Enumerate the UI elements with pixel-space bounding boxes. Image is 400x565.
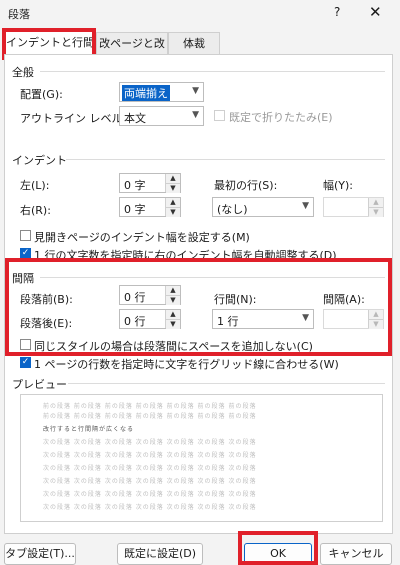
spin-down-icon[interactable]: ▼	[166, 183, 180, 193]
spin-down-icon[interactable]: ▼	[369, 207, 383, 217]
spacing-heading: 間隔	[12, 272, 34, 285]
space-after-label: 段落後(E):	[20, 317, 73, 330]
line-spacing-value: 1 行	[217, 315, 239, 328]
dialog-title: 段落	[8, 8, 30, 21]
first-line-select[interactable]: (なし) ▼	[212, 197, 314, 217]
spin-down-icon[interactable]: ▼	[166, 207, 180, 217]
indent-heading: インデント	[12, 154, 67, 167]
chevron-down-icon: ▼	[302, 313, 309, 323]
line-spacing-label: 行間(N):	[214, 293, 257, 306]
spin-up-icon[interactable]: ▲	[166, 286, 180, 295]
outline-level-select[interactable]: 本文 ▼	[119, 106, 204, 126]
tab-asian-typography[interactable]: 体裁	[168, 32, 220, 54]
preview-heading: プレビュー	[12, 378, 67, 391]
space-before-label: 段落前(B):	[20, 293, 73, 306]
indent-width-spinner[interactable]: ▲ ▼	[323, 197, 384, 217]
paragraph-dialog: 段落 ? ✕ インデントと行間隔 改ページと改行 体裁 全般 配置(G): 両端…	[0, 0, 400, 565]
alignment-value: 両端揃え	[122, 85, 170, 101]
indent-left-label: 左(L):	[20, 179, 50, 192]
spin-up-icon[interactable]: ▲	[369, 198, 383, 207]
preview-filler-line: 次の段落 次の段落 次の段落 次の段落 次の段落 次の段落 次の段落	[43, 439, 257, 446]
space-before-spinner[interactable]: 0 行 ▲ ▼	[119, 285, 181, 305]
close-icon[interactable]: ✕	[369, 3, 382, 21]
preview-main-line: 改行すると行間隔が広くなる	[43, 426, 135, 433]
preview-filler-line: 前の段落 前の段落 前の段落 前の段落 前の段落 前の段落 前の段落	[43, 403, 257, 410]
cancel-button[interactable]: キャンセル	[320, 543, 392, 565]
spacing-at-label: 間隔(A):	[323, 293, 365, 306]
set-default-button[interactable]: 既定に設定(D)	[117, 543, 203, 565]
preview-filler-line: 次の段落 次の段落 次の段落 次の段落 次の段落 次の段落 次の段落	[43, 465, 257, 472]
spin-down-icon[interactable]: ▼	[166, 319, 180, 329]
preview-pane: 前の段落 前の段落 前の段落 前の段落 前の段落 前の段落 前の段落 前の段落 …	[20, 394, 383, 522]
no-space-same-style-label: 同じスタイルの場合は段落間にスペースを追加しない(C)	[34, 340, 313, 353]
indent-width-label: 幅(Y):	[323, 179, 354, 192]
no-space-same-style-checkbox[interactable]	[20, 339, 31, 350]
first-line-value: (なし)	[217, 203, 248, 216]
divider	[40, 277, 385, 278]
mirror-indents-label: 見開きページのインデント幅を設定する(M)	[34, 231, 250, 244]
divider	[40, 71, 385, 72]
line-spacing-select[interactable]: 1 行 ▼	[212, 309, 314, 329]
spacing-at-spinner[interactable]: ▲ ▼	[323, 309, 384, 329]
auto-adjust-label: 1 行の文字数を指定時に右のインデント幅を自動調整する(D)	[34, 249, 337, 262]
tab-bar: インデントと行間隔 改ページと改行 体裁	[0, 28, 400, 73]
divider	[66, 159, 385, 160]
auto-adjust-checkbox[interactable]: ✓	[20, 248, 31, 259]
chevron-down-icon: ▼	[302, 201, 309, 211]
preview-filler-line: 前の段落 前の段落 前の段落 前の段落 前の段落 前の段落 前の段落	[43, 413, 257, 420]
space-after-spinner[interactable]: 0 行 ▲ ▼	[119, 309, 181, 329]
snap-to-grid-label: 1 ページの行数を指定時に文字を行グリッド線に合わせる(W)	[34, 358, 339, 371]
outline-level-value: 本文	[124, 112, 146, 125]
spin-up-icon[interactable]: ▲	[166, 174, 180, 183]
title-bar: 段落 ? ✕	[0, 0, 400, 26]
spin-up-icon[interactable]: ▲	[166, 310, 180, 319]
snap-to-grid-checkbox[interactable]: ✓	[20, 357, 31, 368]
preview-filler-line: 次の段落 次の段落 次の段落 次の段落 次の段落 次の段落 次の段落	[43, 491, 257, 498]
alignment-select[interactable]: 両端揃え ▼	[119, 82, 204, 102]
preview-filler-line: 次の段落 次の段落 次の段落 次の段落 次の段落 次の段落 次の段落	[43, 452, 257, 459]
space-after-value: 0 行	[124, 315, 146, 328]
indent-right-value: 0 字	[124, 203, 146, 216]
indent-right-spinner[interactable]: 0 字 ▲ ▼	[119, 197, 181, 217]
indent-left-spinner[interactable]: 0 字 ▲ ▼	[119, 173, 181, 193]
alignment-label: 配置(G):	[20, 88, 63, 101]
indent-right-label: 右(R):	[20, 204, 51, 217]
tab-line-page-breaks[interactable]: 改ページと改行	[96, 32, 168, 72]
chevron-down-icon: ▼	[192, 86, 199, 96]
spin-up-icon[interactable]: ▲	[369, 310, 383, 319]
tab-indent-spacing[interactable]: インデントと行間隔	[4, 30, 96, 73]
chevron-down-icon: ▼	[192, 110, 199, 120]
preview-filler-line: 次の段落 次の段落 次の段落 次の段落 次の段落 次の段落 次の段落	[43, 478, 257, 485]
mirror-indents-checkbox[interactable]	[20, 230, 31, 241]
indent-left-value: 0 字	[124, 179, 146, 192]
preview-filler-line: 次の段落 次の段落 次の段落 次の段落 次の段落 次の段落 次の段落	[43, 504, 257, 511]
ok-button[interactable]: OK	[244, 543, 312, 565]
divider	[68, 383, 385, 384]
spin-up-icon[interactable]: ▲	[166, 198, 180, 207]
collapsed-label: 既定で折りたたみ(E)	[229, 111, 333, 124]
general-heading: 全般	[12, 66, 34, 79]
collapsed-checkbox[interactable]	[214, 110, 225, 121]
tabs-button[interactable]: タブ設定(T)...	[4, 543, 76, 565]
space-before-value: 0 行	[124, 291, 146, 304]
help-icon[interactable]: ?	[334, 5, 340, 19]
spin-down-icon[interactable]: ▼	[369, 319, 383, 329]
spin-down-icon[interactable]: ▼	[166, 295, 180, 305]
first-line-label: 最初の行(S):	[214, 179, 278, 192]
